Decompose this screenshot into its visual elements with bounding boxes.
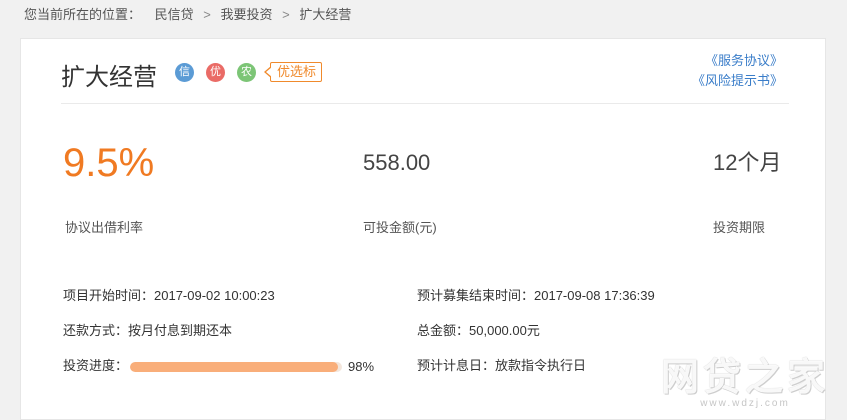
amount-label: 可投金额(元) xyxy=(363,220,437,235)
total-amount-value: 50,000.00元 xyxy=(469,323,540,338)
repay-method-value: 按月付息到期还本 xyxy=(128,323,233,338)
interest-date: 预计计息日：放款指令执行日 xyxy=(417,357,586,375)
interest-date-value: 放款指令执行日 xyxy=(495,358,587,373)
tag-premium-icon: 优 xyxy=(206,62,225,82)
loan-tags: 信 优 农 优选标 xyxy=(175,62,323,82)
breadcrumb-separator: > xyxy=(203,7,211,22)
interest-date-label: 预计计息日： xyxy=(417,358,496,373)
rate-stat: 9.5% 协议出借利率 xyxy=(63,137,155,235)
service-agreement-link[interactable]: 《服务协议》 xyxy=(692,51,783,71)
repay-method-label: 还款方式： xyxy=(63,323,129,338)
total-amount: 总金额：50,000.00元 xyxy=(417,322,540,340)
start-time: 项目开始时间：2017-09-02 10:00:23 xyxy=(63,287,275,305)
watermark-main: 网贷之家 xyxy=(660,357,829,399)
risk-notice-link[interactable]: 《风险提示书》 xyxy=(692,71,783,91)
breadcrumb-item-home[interactable]: 民信贷 xyxy=(155,7,194,22)
amount-stat: 558.00 可投金额(元) xyxy=(363,147,437,235)
breadcrumb: 您当前所在的位置： 民信贷 > 我要投资 > 扩大经营 xyxy=(24,4,351,23)
start-time-value: 2017-09-02 10:00:23 xyxy=(154,288,275,303)
breadcrumb-separator: > xyxy=(282,7,290,22)
end-time: 预计募集结束时间：2017-09-08 17:36:39 xyxy=(417,287,655,305)
invest-progress: 投资进度： 98% xyxy=(63,357,374,376)
featured-badge: 优选标 xyxy=(263,62,323,82)
loan-title: 扩大经营 xyxy=(61,64,157,91)
end-time-value: 2017-09-08 17:36:39 xyxy=(534,288,655,303)
term-value: 12个月 xyxy=(713,150,782,175)
tag-agriculture-icon: 农 xyxy=(237,62,256,82)
rate-label: 协议出借利率 xyxy=(65,220,144,235)
amount-value: 558.00 xyxy=(363,150,431,175)
watermark-logo: 网贷之家 www.wdzj.com xyxy=(661,358,829,409)
total-amount-label: 总金额： xyxy=(417,323,470,338)
progress-bar: 98% xyxy=(128,358,374,376)
loan-header: 扩大经营 信 优 农 优选标 《服务协议》 《风险提示书》 xyxy=(61,39,789,104)
repay-method: 还款方式：按月付息到期还本 xyxy=(63,322,232,340)
rate-value: 9.5% xyxy=(63,141,155,185)
progress-track xyxy=(130,361,343,372)
breadcrumb-item-current: 扩大经营 xyxy=(299,7,352,22)
start-time-label: 项目开始时间： xyxy=(63,288,155,303)
end-time-label: 预计募集结束时间： xyxy=(417,288,535,303)
progress-fill xyxy=(130,361,338,372)
tag-credit-icon: 信 xyxy=(175,62,194,82)
breadcrumb-item-invest[interactable]: 我要投资 xyxy=(221,7,273,22)
agreement-links: 《服务协议》 《风险提示书》 xyxy=(692,51,783,91)
breadcrumb-prefix: 您当前所在的位置： xyxy=(24,7,142,22)
progress-percent: 98% xyxy=(348,358,375,374)
term-stat: 12个月 投资期限 xyxy=(713,147,782,235)
term-label: 投资期限 xyxy=(713,220,766,235)
invest-progress-label: 投资进度： xyxy=(63,358,129,373)
watermark-sub: www.wdzj.com xyxy=(700,398,790,409)
